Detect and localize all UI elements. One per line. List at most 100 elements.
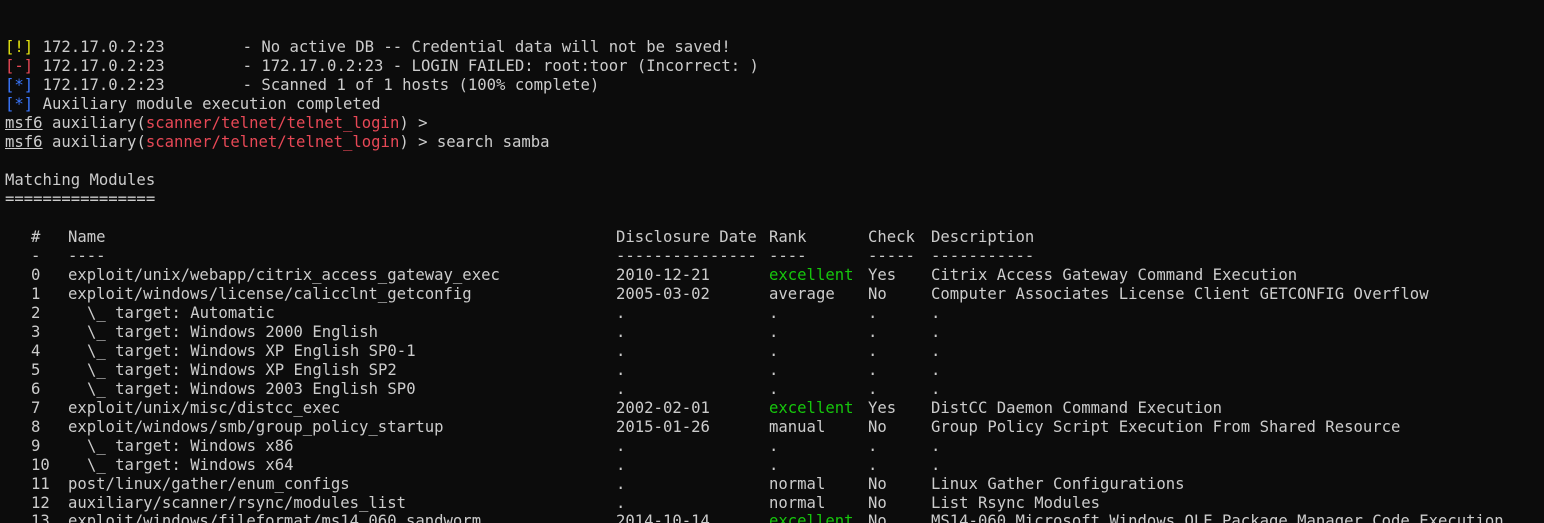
table-row: 10 \_ target: Windows x64 . . . . xyxy=(0,456,1544,475)
row-num: 6 xyxy=(31,380,41,398)
section-title: Matching Modules xyxy=(5,171,156,189)
row-num: 12 xyxy=(31,494,50,512)
rule-name: ---- xyxy=(68,247,106,265)
disclosure-date: . xyxy=(616,380,626,398)
check: . xyxy=(868,342,878,360)
target-name: \_ target: Windows XP English SP2 xyxy=(87,361,397,379)
header-name: Name xyxy=(68,228,106,246)
row-num: 3 xyxy=(31,323,41,341)
module-name: exploit/windows/fileformat/ms14_060_sand… xyxy=(68,512,482,523)
row-num: 13 xyxy=(31,512,50,523)
row-num: 4 xyxy=(31,342,41,360)
target-name: \_ target: Windows 2003 English SP0 xyxy=(87,380,416,398)
description: . xyxy=(931,323,941,341)
module-name: post/linux/gather/enum_configs xyxy=(68,475,350,493)
prompt-prefix: auxiliary( xyxy=(42,114,146,132)
check: Yes xyxy=(868,399,897,417)
table-row: 13 exploit/windows/fileformat/ms14_060_s… xyxy=(0,512,1544,523)
table-row: 9 \_ target: Windows x86 . . . . xyxy=(0,437,1544,456)
disclosure-date: . xyxy=(616,304,626,322)
table-header-rule: - ---- --------------- ---- ----- ------… xyxy=(0,247,1544,266)
prompt-module: scanner/telnet/telnet_login xyxy=(145,114,400,132)
log-line: [*] Auxiliary module execution completed xyxy=(5,95,381,114)
check: . xyxy=(868,380,878,398)
description: . xyxy=(931,437,941,455)
rule-rank: ---- xyxy=(769,247,807,265)
description: List Rsync Modules xyxy=(931,494,1100,512)
log-line: [*] 172.17.0.2:23 - Scanned 1 of 1 hosts … xyxy=(5,76,599,95)
rank: . xyxy=(769,437,779,455)
rule-description: ----------- xyxy=(931,247,1035,265)
disclosure-date: . xyxy=(616,361,626,379)
rank: excellent xyxy=(769,399,854,417)
log-message: - No active DB -- Credential data will n… xyxy=(242,38,731,56)
rank: excellent xyxy=(769,512,854,523)
check: No xyxy=(868,512,887,523)
description: . xyxy=(931,342,941,360)
module-name: exploit/windows/license/calicclnt_getcon… xyxy=(68,285,472,303)
disclosure-date: 2010-12-21 xyxy=(616,266,710,284)
description: . xyxy=(931,456,941,474)
module-name: exploit/windows/smb/group_policy_startup xyxy=(68,418,444,436)
warning-tag: [!] xyxy=(5,38,34,56)
table-header: # Name Disclosure Date Rank Check Descri… xyxy=(0,228,1544,247)
log-message: - Scanned 1 of 1 hosts (100% complete) xyxy=(242,76,600,94)
prompt-suffix: ) > xyxy=(399,114,428,132)
rank: normal xyxy=(769,494,826,512)
log-line: [-] 172.17.0.2:23 - 172.17.0.2:23 - LOGIN… xyxy=(5,57,759,76)
header-date: Disclosure Date xyxy=(616,228,757,246)
terminal-window[interactable]: [!] 172.17.0.2:23 - No active DB -- Crede… xyxy=(0,0,1544,523)
check: No xyxy=(868,285,887,303)
row-num: 0 xyxy=(31,266,41,284)
table-row: 1 exploit/windows/license/calicclnt_getc… xyxy=(0,285,1544,304)
rule-num: - xyxy=(31,247,41,265)
table-row: 6 \_ target: Windows 2003 English SP0 . … xyxy=(0,380,1544,399)
prompt-line[interactable]: msf6 auxiliary(scanner/telnet/telnet_log… xyxy=(5,133,550,152)
rule-check: ----- xyxy=(868,247,915,265)
row-num: 2 xyxy=(31,304,41,322)
check: . xyxy=(868,456,878,474)
prompt-suffix: ) > xyxy=(399,133,428,151)
description: . xyxy=(931,304,941,322)
rank: average xyxy=(769,285,835,303)
disclosure-date: . xyxy=(616,494,626,512)
description: Linux Gather Configurations xyxy=(931,475,1185,493)
row-num: 9 xyxy=(31,437,41,455)
rank: normal xyxy=(769,475,826,493)
disclosure-date: . xyxy=(616,456,626,474)
rank: excellent xyxy=(769,266,854,284)
header-description: Description xyxy=(931,228,1035,246)
module-name: exploit/unix/misc/distcc_exec xyxy=(68,399,341,417)
rank: manual xyxy=(769,418,826,436)
disclosure-date: 2015-01-26 xyxy=(616,418,710,436)
disclosure-date: 2005-03-02 xyxy=(616,285,710,303)
check: No xyxy=(868,418,887,436)
description: Group Policy Script Execution From Share… xyxy=(931,418,1401,436)
command-text: search samba xyxy=(427,133,550,151)
table-row: 5 \_ target: Windows XP English SP2 . . … xyxy=(0,361,1544,380)
prompt-prefix: auxiliary( xyxy=(42,133,146,151)
log-line: [!] 172.17.0.2:23 - No active DB -- Crede… xyxy=(5,38,731,57)
info-tag: [*] xyxy=(5,95,34,113)
module-name: auxiliary/scanner/rsync/modules_list xyxy=(68,494,406,512)
table-row: 2 \_ target: Automatic . . . . xyxy=(0,304,1544,323)
disclosure-date: . xyxy=(616,342,626,360)
target-name: \_ target: Windows 2000 English xyxy=(87,323,379,341)
description: . xyxy=(931,380,941,398)
disclosure-date: 2002-02-01 xyxy=(616,399,710,417)
rule-date: --------------- xyxy=(616,247,757,265)
description: Computer Associates License Client GETCO… xyxy=(931,285,1429,303)
row-num: 11 xyxy=(31,475,50,493)
table-row: 3 \_ target: Windows 2000 English . . . … xyxy=(0,323,1544,342)
header-check: Check xyxy=(868,228,915,246)
prompt-name: msf6 xyxy=(5,133,43,151)
rank: . xyxy=(769,342,779,360)
header-rank: Rank xyxy=(769,228,807,246)
table-row: 8 exploit/windows/smb/group_policy_start… xyxy=(0,418,1544,437)
check: No xyxy=(868,494,887,512)
check: . xyxy=(868,437,878,455)
prompt-line[interactable]: msf6 auxiliary(scanner/telnet/telnet_log… xyxy=(5,114,428,133)
error-tag: [-] xyxy=(5,57,34,75)
target-name: \_ target: Windows x86 xyxy=(87,437,294,455)
info-tag: [*] xyxy=(5,76,34,94)
